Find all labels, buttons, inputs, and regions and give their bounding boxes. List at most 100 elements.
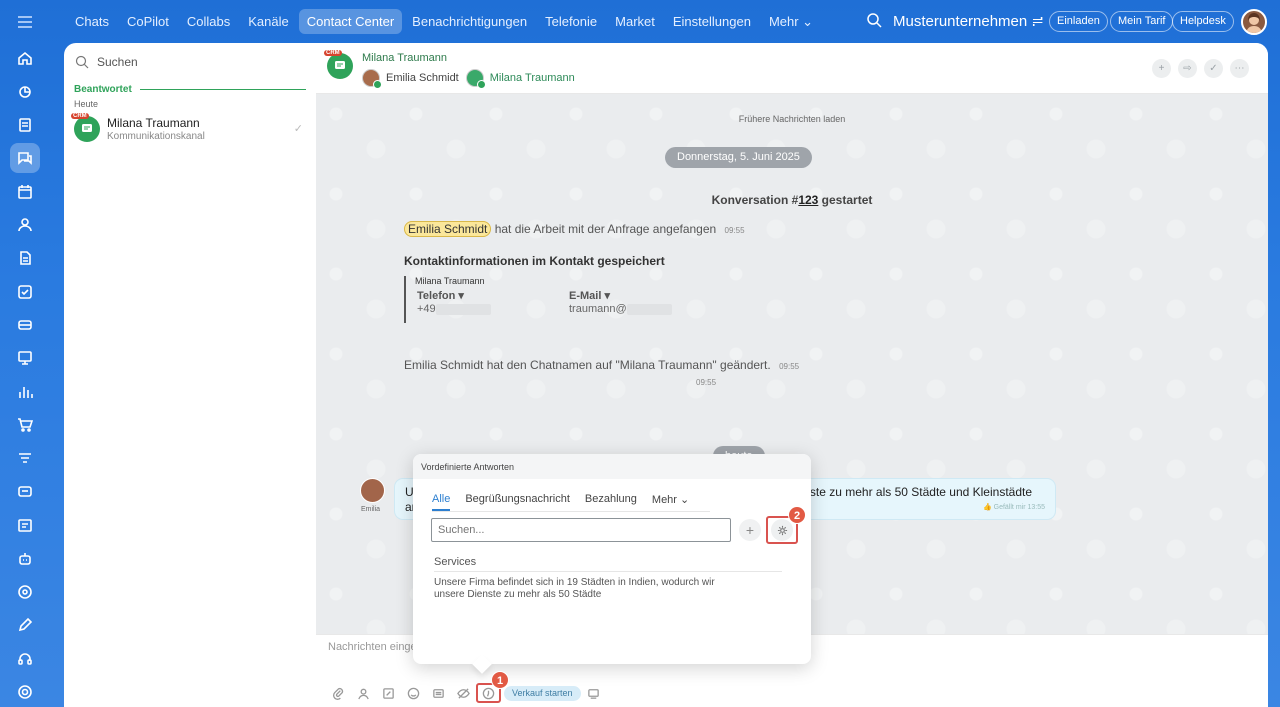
tab-begruessung[interactable]: Begrüßungsnachricht	[465, 493, 570, 511]
chat-name: Milana Traumann	[107, 116, 200, 130]
chat-list-item[interactable]: CRM Milana Traumann Kommunikationskanal …	[71, 113, 316, 144]
author-name: Emilia	[361, 506, 381, 513]
load-earlier-link[interactable]: Frühere Nachrichten laden	[316, 114, 1268, 124]
email-label[interactable]: E-Mail ▾	[569, 289, 672, 302]
group-header: Beantwortet	[74, 84, 306, 95]
helpdesk-button[interactable]: Helpdesk	[1172, 11, 1234, 32]
robot-icon[interactable]	[10, 544, 40, 574]
contact-card: Milana Traumann Telefon ▾ +49 E-Mail ▾ t…	[404, 276, 694, 323]
contact-info-block: Kontaktinformationen im Kontakt gespeich…	[404, 254, 694, 323]
task-icon[interactable]	[10, 277, 40, 307]
home-icon[interactable]	[10, 43, 40, 73]
add-member-button[interactable]: +	[1152, 59, 1171, 78]
chat-title[interactable]: Milana Traumann	[362, 52, 447, 64]
chat-bubble-icon	[335, 61, 345, 69]
message-meta[interactable]: 👍 Gefällt mir 13:55	[983, 500, 1045, 515]
attach-icon[interactable]	[326, 683, 351, 703]
add-answer-button[interactable]: +	[739, 519, 761, 541]
form-icon[interactable]	[376, 683, 401, 703]
card-icon[interactable]	[10, 310, 40, 340]
edit-icon[interactable]	[10, 610, 40, 640]
system-message: Emilia Schmidt hat den Chatnamen auf "Mi…	[404, 358, 799, 372]
chat-icon[interactable]	[10, 143, 40, 174]
conversation-started: Konversation #123 gestartet	[316, 193, 1268, 207]
plan-button[interactable]: Mein Tarif	[1110, 11, 1174, 32]
answers-search-input[interactable]	[431, 518, 731, 542]
step-badge-1: 1	[491, 671, 509, 689]
nav-more[interactable]: Mehr ⌄	[761, 9, 821, 35]
quick-answer-item[interactable]: Unsere Firma befindet sich in 19 Städten…	[434, 577, 744, 601]
screen-share-icon[interactable]	[581, 683, 606, 703]
avatar[interactable]	[360, 478, 385, 503]
analytics-icon[interactable]	[10, 377, 40, 407]
start-sale-button[interactable]: Verkauf starten	[504, 685, 581, 701]
phone-label[interactable]: Telefon ▾	[417, 289, 491, 302]
more-button[interactable]: ⋯	[1230, 59, 1249, 78]
group-label: Beantwortet	[74, 84, 132, 95]
conversation-prefix: Konversation #	[711, 193, 799, 207]
conversation-link[interactable]: 123	[798, 193, 818, 207]
nav-contact-center[interactable]: Contact Center	[298, 9, 403, 34]
message-time: 09:55	[696, 378, 717, 387]
nav-benachrichtigungen[interactable]: Benachrichtigungen	[404, 9, 535, 34]
chat-box-icon[interactable]	[10, 477, 40, 507]
invite-button[interactable]: Einladen	[1049, 11, 1108, 32]
funnel-icon[interactable]	[10, 444, 40, 474]
forward-button[interactable]: ⇨	[1178, 59, 1197, 78]
top-nav: Chats CoPilot Collabs Kanäle Contact Cen…	[67, 0, 823, 43]
crm-tag: CRM	[324, 50, 342, 56]
member-name[interactable]: Milana Traumann	[490, 72, 575, 84]
search-icon[interactable]	[866, 12, 884, 30]
company-name[interactable]: Musterunternehmen ≓	[893, 12, 1044, 30]
settings-icon[interactable]	[10, 677, 40, 707]
finish-button[interactable]: ✓	[1204, 59, 1223, 78]
chat-list-panel: Suchen Beantwortet Heute CRM Milana Trau…	[64, 43, 316, 707]
rename-text: Emilia Schmidt hat den Chatnamen auf "Mi…	[404, 358, 771, 372]
menu-icon[interactable]	[7, 4, 43, 40]
target-icon[interactable]	[10, 577, 40, 607]
board-icon[interactable]	[10, 510, 40, 540]
people-icon[interactable]	[10, 210, 40, 240]
tab-more[interactable]: Mehr ⌄	[652, 493, 689, 511]
contact-head: Kontaktinformationen im Kontakt gespeich…	[404, 254, 665, 268]
chat-members: Emilia Schmidt Milana Traumann	[362, 69, 575, 89]
chart-icon[interactable]	[10, 77, 40, 107]
chat-bubble-icon	[82, 124, 92, 132]
nav-einstellungen[interactable]: Einstellungen	[665, 9, 759, 34]
list-search-placeholder: Suchen	[97, 55, 138, 69]
nav-market[interactable]: Market	[607, 9, 663, 34]
member-avatar[interactable]	[362, 69, 382, 89]
member-name[interactable]: Emilia Schmidt	[386, 72, 459, 84]
cart-icon[interactable]	[10, 410, 40, 440]
headset-icon[interactable]	[10, 644, 40, 674]
tab-alle[interactable]: Alle	[432, 493, 451, 511]
date-divider: Donnerstag, 5. Juni 2025	[665, 147, 812, 168]
user-mention[interactable]: Emilia Schmidt	[404, 221, 492, 237]
chat-subtitle: Kommunikationskanal	[107, 131, 205, 142]
nav-chats[interactable]: Chats	[67, 9, 117, 34]
quick-answers-popup: Vordefinierte Antworten Alle Begrüßungsn…	[413, 454, 811, 674]
contact-name: Milana Traumann	[415, 276, 485, 286]
file-icon[interactable]	[10, 243, 40, 273]
nav-kanaele[interactable]: Kanäle	[240, 9, 296, 34]
template-icon[interactable]	[426, 683, 451, 703]
document-icon[interactable]	[10, 110, 40, 140]
tab-bezahlung[interactable]: Bezahlung	[585, 493, 637, 511]
member-avatar[interactable]	[465, 69, 486, 89]
left-rail	[0, 0, 50, 707]
section-label: Services	[434, 556, 477, 568]
calendar-icon[interactable]	[10, 177, 40, 207]
chat-header-avatar[interactable]: CRM	[324, 50, 353, 79]
list-search[interactable]: Suchen	[64, 43, 316, 81]
nav-collabs[interactable]: Collabs	[179, 9, 238, 34]
nav-copilot[interactable]: CoPilot	[119, 9, 177, 34]
crm-tag: CRM	[71, 113, 89, 119]
emoji-icon[interactable]	[401, 683, 426, 703]
header-actions: + ⇨ ✓ ⋯	[1152, 59, 1249, 78]
screen-icon[interactable]	[10, 344, 40, 374]
hide-icon[interactable]	[451, 683, 476, 703]
user-avatar[interactable]	[1241, 9, 1267, 35]
popup-title: Vordefinierte Antworten	[413, 454, 811, 479]
contact-icon[interactable]	[351, 683, 376, 703]
nav-telefonie[interactable]: Telefonie	[537, 9, 605, 34]
